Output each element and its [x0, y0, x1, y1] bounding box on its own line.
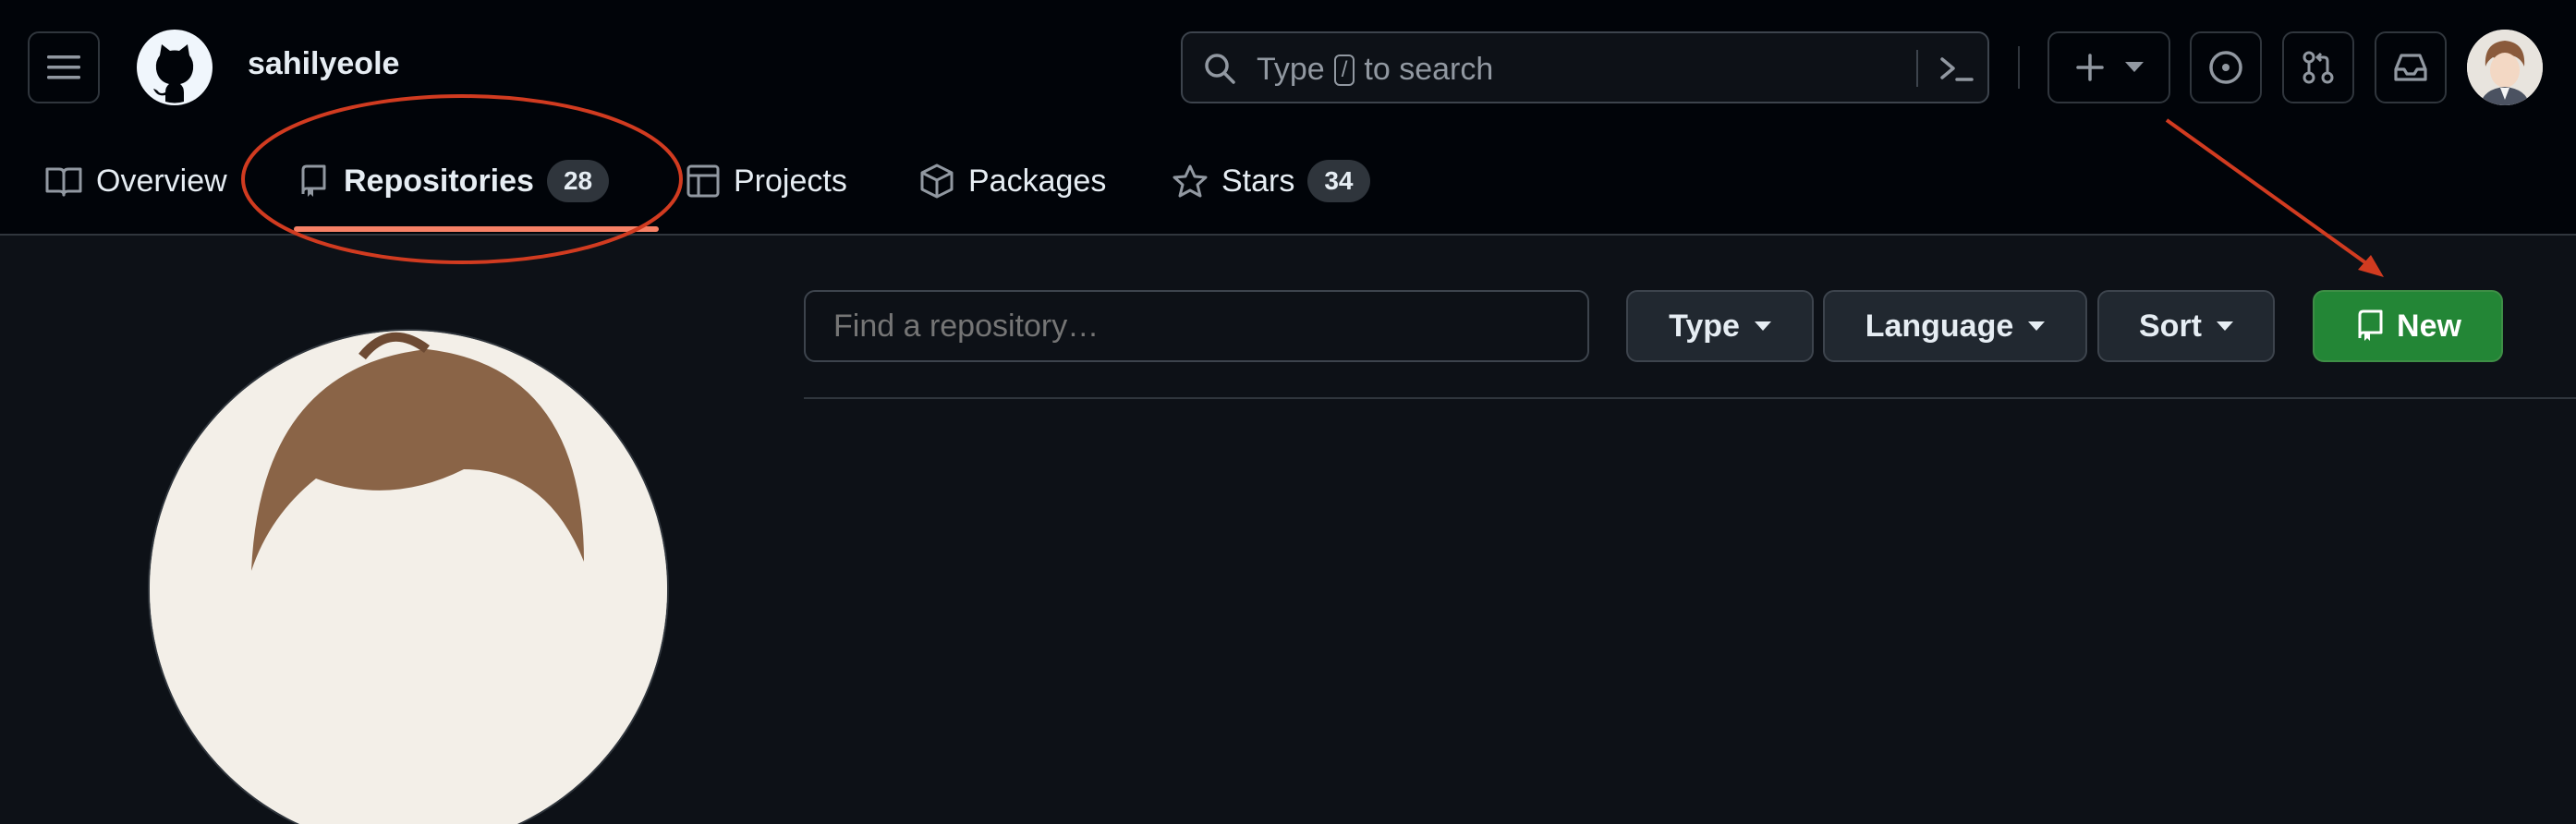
- menu-button[interactable]: [28, 31, 100, 103]
- book-icon: [45, 167, 82, 197]
- tab-repositories-label: Repositories: [344, 163, 534, 199]
- profile-avatar-image: [150, 331, 667, 824]
- new-repository-button[interactable]: New: [2313, 290, 2503, 362]
- tab-projects-label: Projects: [734, 163, 847, 199]
- top-header: sahilyeole Type / to search Overview Rep…: [0, 0, 2576, 236]
- tab-overview[interactable]: Overview: [44, 153, 227, 209]
- header-divider: [2018, 46, 2020, 89]
- avatar[interactable]: [2467, 30, 2543, 105]
- issue-circle-icon: [2209, 51, 2242, 84]
- type-filter-label: Type: [1669, 308, 1740, 344]
- tab-projects[interactable]: Projects: [686, 153, 847, 209]
- repo-list-divider: [804, 397, 2576, 399]
- repo-icon: [2358, 309, 2383, 341]
- search-shortcut-key: /: [1333, 54, 1355, 86]
- stars-count-badge: 34: [1307, 160, 1370, 202]
- pull-request-icon: [2303, 51, 2334, 84]
- tab-stars[interactable]: Stars 34: [1172, 153, 1370, 209]
- selected-tab-indicator: [294, 226, 659, 232]
- chevron-down-icon: [2028, 321, 2046, 331]
- search-divider: [1916, 50, 1918, 87]
- find-repository-input[interactable]: [804, 290, 1589, 362]
- new-button-label: New: [2397, 308, 2461, 344]
- tab-overview-label: Overview: [96, 163, 227, 199]
- search-icon: [1205, 54, 1235, 84]
- annotation-arrowhead: [2358, 255, 2384, 277]
- repo-icon: [301, 164, 326, 197]
- create-new-button[interactable]: [2047, 31, 2170, 103]
- tab-repositories[interactable]: Repositories 28: [296, 153, 610, 209]
- hamburger-icon: [47, 55, 80, 79]
- avatar-image: [2467, 30, 2543, 105]
- sort-filter-label: Sort: [2139, 308, 2202, 344]
- sort-filter-button[interactable]: Sort: [2097, 290, 2275, 362]
- tab-packages-label: Packages: [968, 163, 1107, 199]
- table-icon: [687, 164, 720, 198]
- inbox-icon: [2394, 54, 2427, 81]
- chevron-down-icon: [1754, 321, 1771, 331]
- username[interactable]: sahilyeole: [248, 46, 399, 82]
- language-filter-button[interactable]: Language: [1823, 290, 2087, 362]
- github-logo[interactable]: [137, 30, 213, 105]
- package-icon: [920, 164, 954, 199]
- chevron-down-icon: [2217, 321, 2233, 331]
- repositories-count-badge: 28: [546, 160, 610, 202]
- command-palette-icon[interactable]: [1938, 54, 1975, 85]
- search-prefix: Type: [1257, 52, 1325, 87]
- type-filter-button[interactable]: Type: [1626, 290, 1814, 362]
- inbox-button[interactable]: [2375, 31, 2447, 103]
- search-input[interactable]: Type / to search: [1181, 31, 1989, 103]
- issues-button[interactable]: [2190, 31, 2262, 103]
- github-octocat-icon: [137, 30, 213, 105]
- pull-requests-button[interactable]: [2282, 31, 2354, 103]
- language-filter-label: Language: [1865, 308, 2014, 344]
- profile-avatar: [148, 329, 669, 824]
- search-placeholder: Type / to search: [1257, 52, 1493, 88]
- chevron-down-icon: [2124, 62, 2144, 72]
- plus-icon: [2075, 54, 2104, 81]
- search-suffix: to search: [1364, 52, 1494, 87]
- star-icon: [1173, 164, 1208, 198]
- tab-packages[interactable]: Packages: [918, 153, 1106, 209]
- tab-stars-label: Stars: [1221, 163, 1295, 199]
